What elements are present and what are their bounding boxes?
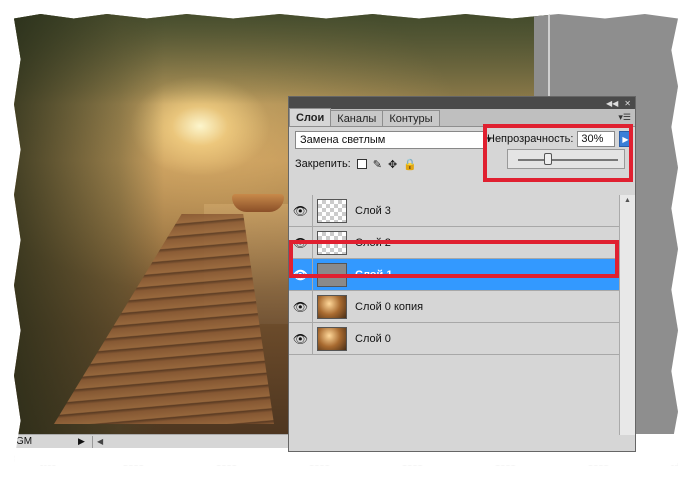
close-panel-icon[interactable]: ✕ — [624, 99, 631, 108]
layers-scrollbar[interactable]: ▲ — [619, 195, 635, 435]
layer-name: Слой 2 — [355, 236, 391, 249]
opacity-control: Непрозрачность: 30% ▶ — [487, 131, 632, 147]
lock-pixels-brush-icon[interactable]: ✎ — [373, 158, 382, 171]
layer-row[interactable]: 👁 Слой 1 — [289, 258, 619, 291]
collapse-panel-icon[interactable]: ◀◀ — [606, 99, 618, 108]
status-menu-arrow-icon[interactable]: ▶ — [78, 436, 88, 447]
blend-mode-select[interactable]: Замена светлым ▼ — [295, 131, 493, 149]
tab-label: Контуры — [389, 112, 433, 125]
layer-name: Слой 1 — [355, 268, 393, 281]
status-bar: GM ▶ ◀ — [14, 434, 314, 448]
tab-layers[interactable]: Слои — [289, 108, 332, 126]
layers-list: 👁 Слой 3 👁 Слой 2 👁 Слой 1 👁 Слой 0 копия 👁 Слой … — [289, 194, 619, 355]
layer-thumbnail — [317, 294, 347, 319]
tab-label: Слои — [296, 111, 325, 124]
layer-thumbnail — [317, 326, 347, 351]
opacity-slider-toggle-button[interactable]: ▶ — [619, 131, 632, 147]
status-divider — [92, 435, 93, 448]
tab-label: Каналы — [337, 112, 377, 125]
visibility-eye-icon[interactable]: 👁 — [289, 226, 313, 259]
layer-name: Слой 0 — [355, 332, 391, 345]
scroll-left-icon[interactable]: ◀ — [97, 437, 103, 446]
opacity-input[interactable]: 30% — [577, 131, 616, 147]
lock-label: Закрепить: — [295, 158, 351, 170]
lock-icons: ✎ ✥ 🔒 — [356, 158, 417, 171]
opacity-label: Непрозрачность: — [487, 133, 574, 145]
layer-name: Слой 0 копия — [355, 300, 424, 313]
visibility-eye-icon[interactable]: 👁 — [289, 194, 313, 227]
opacity-slider-popup — [507, 149, 625, 169]
blend-mode-value: Замена светлым — [300, 134, 386, 146]
opacity-value: 30% — [581, 133, 604, 145]
zoom-readout[interactable]: GM — [14, 436, 78, 447]
panel-menu-icon[interactable]: ▾☰ — [618, 112, 631, 123]
layers-panel: ◀◀ ✕ Слои Каналы Контуры ▾☰ Замена светл… — [288, 96, 636, 452]
lock-position-move-icon[interactable]: ✥ — [388, 158, 397, 171]
layer-row[interactable]: 👁 Слой 3 — [289, 194, 619, 227]
panel-tabs: Слои Каналы Контуры ▾☰ — [289, 108, 635, 127]
visibility-eye-icon[interactable]: 👁 — [289, 322, 313, 355]
layer-name: Слой 3 — [355, 204, 391, 217]
layer-thumbnail — [317, 262, 347, 287]
layer-row[interactable]: 👁 Слой 0 — [289, 322, 619, 355]
panel-title-bar: ◀◀ ✕ — [289, 97, 635, 109]
opacity-slider-thumb[interactable] — [544, 153, 552, 165]
visibility-eye-icon[interactable]: 👁 — [289, 290, 313, 323]
photo-boat — [232, 194, 284, 212]
tab-channels[interactable]: Каналы — [330, 110, 384, 126]
layer-thumbnail — [317, 230, 347, 255]
layer-row[interactable]: 👁 Слой 2 — [289, 226, 619, 259]
opacity-slider-track[interactable] — [518, 159, 618, 161]
lock-all-padlock-icon[interactable]: 🔒 — [403, 158, 417, 171]
lock-transparency-icon[interactable] — [356, 159, 367, 169]
scroll-up-icon[interactable]: ▲ — [624, 197, 631, 204]
tab-paths[interactable]: Контуры — [382, 110, 440, 126]
layer-row[interactable]: 👁 Слой 0 копия — [289, 290, 619, 323]
visibility-eye-icon[interactable]: 👁 — [289, 258, 313, 291]
layer-thumbnail — [317, 198, 347, 223]
